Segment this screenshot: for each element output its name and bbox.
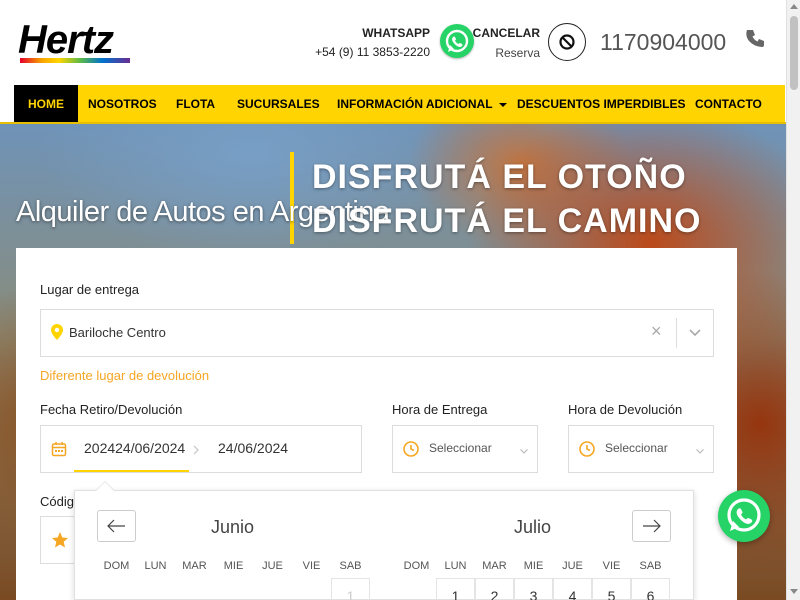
cancel-reservation[interactable]: CANCELAR Reserva — [470, 26, 540, 60]
select-separator — [676, 318, 677, 348]
nav-informacion-adicional[interactable]: INFORMACIÓN ADICIONAL — [337, 85, 507, 123]
caret-down-icon — [498, 102, 507, 107]
scroll-up-icon[interactable] — [790, 4, 798, 9]
next-month-button[interactable] — [632, 510, 671, 542]
weekday-header: MIE — [523, 560, 544, 572]
page-scrollbar[interactable] — [786, 0, 800, 600]
arrow-right-icon — [643, 519, 661, 533]
pickup-location-value: Bariloche Centro — [69, 325, 166, 340]
weekday-header: VIE — [302, 560, 321, 572]
pickup-time-select[interactable]: Seleccionar — [392, 425, 538, 473]
date-start-input[interactable]: 202424/06/2024 — [84, 440, 185, 456]
dates-label: Fecha Retiro/Devolución — [40, 402, 183, 417]
weekday-header: VIE — [602, 560, 621, 572]
whatsapp-contact[interactable]: WHATSAPP +54 (9) 11 3853-2220 — [300, 26, 430, 59]
star-icon — [52, 532, 68, 548]
return-time-select[interactable]: Seleccionar — [568, 425, 714, 473]
pickup-time-placeholder: Seleccionar — [429, 441, 492, 455]
phone-number[interactable]: 1170904000 — [600, 29, 726, 56]
weekday-header: DOM — [103, 560, 130, 572]
month-title-left: Junio — [211, 517, 255, 537]
calendar-day: 1 — [331, 578, 370, 600]
site-header: Hertz WHATSAPP +54 (9) 11 3853-2220 CANC… — [0, 0, 786, 85]
nav-nosotros[interactable]: NOSOTROS — [88, 85, 157, 123]
clock-icon — [403, 441, 419, 457]
weekday-header: LUN — [144, 560, 167, 572]
scroll-thumb[interactable] — [790, 16, 798, 90]
different-return-link[interactable]: Diferente lugar de devolución — [40, 368, 209, 383]
logo-stripe — [20, 58, 130, 63]
promo-code-label: Códig — [40, 494, 74, 509]
datepicker-pointer-inner — [96, 482, 114, 491]
calendar-day[interactable]: 1 — [436, 578, 475, 600]
whatsapp-icon — [727, 498, 761, 532]
main-nav: HOME NOSOTROS FLOTA SUCURSALES INFORMACI… — [14, 85, 785, 123]
chevron-down-icon[interactable] — [688, 328, 702, 338]
pickup-location-select[interactable]: Bariloche Centro × — [40, 309, 714, 357]
chevron-down-icon — [520, 449, 528, 454]
pickup-location-label: Lugar de entrega — [40, 282, 140, 297]
return-time-placeholder: Seleccionar — [605, 441, 668, 455]
clear-icon[interactable]: × — [651, 321, 662, 342]
nav-home[interactable]: HOME — [14, 85, 78, 123]
weekday-header: SAB — [339, 560, 362, 572]
arrow-left-icon — [107, 519, 125, 533]
cancel-title: CANCELAR — [472, 26, 540, 40]
nav-informacion-label: INFORMACIÓN ADICIONAL — [337, 97, 493, 111]
clock-icon — [579, 441, 595, 457]
weekday-header: SAB — [639, 560, 662, 572]
date-range-field[interactable]: 202424/06/2024 24/06/2024 — [40, 425, 362, 473]
weekday-header: JUE — [562, 560, 583, 572]
nav-sucursales[interactable]: SUCURSALES — [237, 85, 320, 123]
calendar-day[interactable]: 5 — [592, 578, 631, 600]
weekday-header: MAR — [482, 560, 507, 572]
nav-contacto[interactable]: CONTACTO — [695, 85, 762, 123]
datepicker-popup: Junio Julio DOM LUN MAR MIE JUE VIE SAB … — [74, 490, 694, 600]
calendar-day[interactable]: 3 — [514, 578, 553, 600]
hero-promo-line1: DISFRUTÁ EL OTOÑO — [312, 158, 687, 196]
prev-month-button[interactable] — [97, 510, 136, 542]
calendar-day[interactable]: 2 — [475, 578, 514, 600]
whatsapp-icon[interactable] — [440, 24, 474, 58]
cancel-icon[interactable] — [548, 23, 586, 61]
calendar-icon — [51, 442, 67, 457]
phone-icon[interactable] — [744, 28, 768, 52]
date-end-input[interactable]: 24/06/2024 — [218, 440, 288, 456]
weekday-header: LUN — [444, 560, 467, 572]
whatsapp-number: +54 (9) 11 3853-2220 — [315, 45, 430, 59]
cancel-subtitle: Reserva — [495, 46, 540, 60]
weekday-header: DOM — [403, 560, 430, 572]
scroll-down-icon[interactable] — [790, 589, 798, 594]
whatsapp-float-button[interactable] — [718, 490, 770, 542]
calendar-day[interactable]: 4 — [553, 578, 592, 600]
hero-promo-line2: DISFRUTÁ EL CAMINO — [312, 202, 702, 240]
arrow-right-icon — [193, 445, 199, 455]
weekday-header: MIE — [223, 560, 244, 572]
active-date-underline — [74, 470, 189, 472]
weekday-header: JUE — [262, 560, 283, 572]
weekday-header: MAR — [182, 560, 207, 572]
whatsapp-title: WHATSAPP — [362, 26, 430, 40]
month-title-right: Julio — [514, 517, 552, 537]
chevron-down-icon — [696, 449, 704, 454]
location-pin-icon — [51, 324, 63, 340]
return-time-label: Hora de Devolución — [568, 402, 683, 417]
pickup-time-label: Hora de Entrega — [392, 402, 488, 417]
calendar-day[interactable]: 6 — [631, 578, 670, 600]
nav-flota[interactable]: FLOTA — [176, 85, 215, 123]
nav-descuentos[interactable]: DESCUENTOS IMPERDIBLES — [517, 85, 685, 123]
hertz-logo[interactable]: Hertz — [18, 20, 114, 60]
